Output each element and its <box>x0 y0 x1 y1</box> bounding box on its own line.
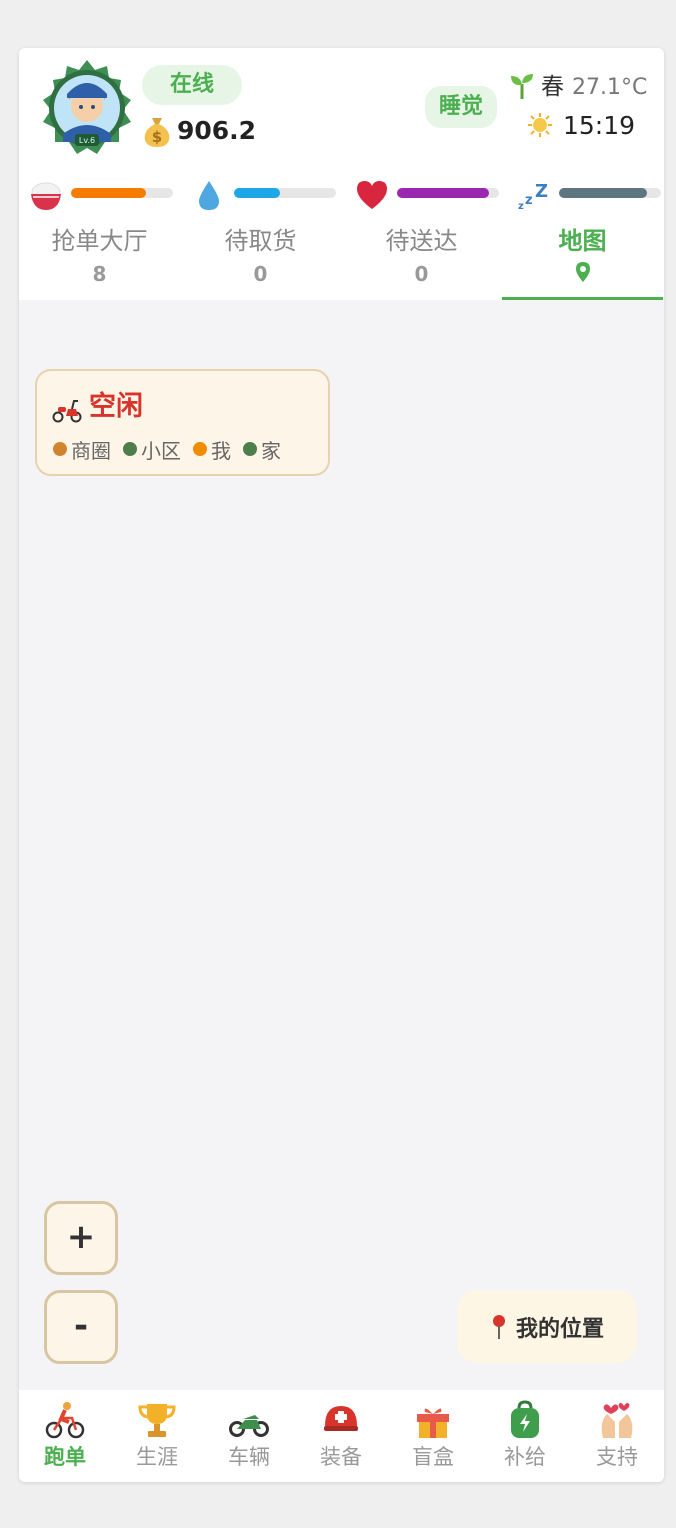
backpack-icon <box>511 1400 539 1438</box>
legend-item-home: 家 <box>243 435 281 464</box>
health-bar <box>397 188 499 198</box>
map-pin-icon <box>575 262 590 282</box>
health-bar-fill <box>397 188 489 198</box>
zzz-icon: z z Z <box>518 181 548 212</box>
legend-label: 商圈 <box>71 438 111 463</box>
legend-item-business: 商圈 <box>53 435 111 464</box>
nav-item-vehicles[interactable]: 车辆 <box>203 1390 295 1482</box>
nav-item-orders[interactable]: 跑单 <box>19 1390 111 1482</box>
tab-count: 0 <box>253 262 268 286</box>
sun-icon <box>528 113 552 137</box>
bottom-navigation: 跑单 生涯 车辆 装备 盲盒 补给 支持 <box>19 1390 664 1482</box>
season-label: 春 <box>541 74 564 100</box>
app-screen: Lv.6 在线 $ 906.2 睡觉 春 27.1°C 15:19 z z Z … <box>19 48 664 1482</box>
sprout-icon <box>511 74 533 99</box>
legend-label: 小区 <box>141 438 181 463</box>
nav-item-equipment[interactable]: 装备 <box>295 1390 387 1482</box>
tab-label: 待送达 <box>385 227 458 255</box>
tab-label: 地图 <box>558 227 607 255</box>
active-tab-indicator <box>502 297 663 300</box>
helmet-icon <box>324 1406 358 1431</box>
nav-item-support[interactable]: 支持 <box>571 1390 663 1482</box>
online-status-badge[interactable]: 在线 <box>142 65 242 105</box>
water-bar-fill <box>234 188 280 198</box>
sleep-bar <box>559 188 661 198</box>
zoom-out-button[interactable]: - <box>44 1290 118 1364</box>
status-title: 空闲 <box>89 391 143 422</box>
tab-count: 8 <box>92 262 107 286</box>
tab-order-hall[interactable]: 抢单大厅 8 <box>19 223 180 300</box>
nav-label: 跑单 <box>44 1445 86 1469</box>
food-bar <box>71 188 173 198</box>
tab-label: 抢单大厅 <box>51 227 148 255</box>
cyclist-icon <box>45 1402 85 1439</box>
sleep-bar-fill <box>559 188 647 198</box>
tab-pending-pickup[interactable]: 待取货 0 <box>180 223 341 300</box>
courier-status-card: 空闲 商圈 小区 我 家 <box>35 369 330 476</box>
zoom-in-button[interactable]: + <box>44 1201 118 1275</box>
legend-label: 我 <box>211 438 231 463</box>
svg-text:$: $ <box>152 128 162 146</box>
water-bar <box>234 188 336 198</box>
tab-map[interactable]: 地图 <box>502 223 663 300</box>
tab-count: 0 <box>414 262 429 286</box>
gift-box-icon <box>417 1408 449 1438</box>
my-location-label: 我的位置 <box>515 1316 604 1342</box>
tab-pending-delivery[interactable]: 待送达 0 <box>341 223 502 300</box>
nav-label: 车辆 <box>228 1445 270 1469</box>
my-location-button[interactable]: 我的位置 <box>457 1290 637 1363</box>
legend-dot <box>53 442 67 456</box>
avatar[interactable]: Lv.6 <box>35 56 139 160</box>
motorcycle-icon <box>229 1415 269 1437</box>
svg-text:z: z <box>518 201 524 212</box>
heart-hands-icon <box>601 1402 633 1438</box>
pushpin-icon <box>492 1314 505 1339</box>
svg-text:Lv.6: Lv.6 <box>79 136 95 145</box>
legend-item-community: 小区 <box>123 435 181 464</box>
nav-label: 盲盒 <box>412 1445 454 1469</box>
rice-bowl-icon <box>31 182 61 210</box>
temperature-label: 27.1°C <box>572 75 648 100</box>
legend-dot <box>243 442 257 456</box>
scooter-icon <box>52 400 82 423</box>
svg-text:z: z <box>525 193 533 208</box>
sleep-button[interactable]: 睡觉 <box>425 86 497 128</box>
nav-label: 装备 <box>320 1445 362 1469</box>
nav-label: 生涯 <box>136 1445 178 1469</box>
legend-item-me: 我 <box>193 435 231 464</box>
food-bar-fill <box>71 188 147 198</box>
map-legend: 商圈 小区 我 家 <box>53 435 293 463</box>
nav-label: 补给 <box>504 1445 546 1469</box>
nav-item-supplies[interactable]: 补给 <box>479 1390 571 1482</box>
svg-text:Z: Z <box>535 181 548 202</box>
header: Lv.6 在线 $ 906.2 睡觉 春 27.1°C 15:19 z z Z … <box>19 48 664 300</box>
tab-label: 待取货 <box>224 227 297 255</box>
legend-dot <box>193 442 207 456</box>
nav-label: 支持 <box>596 1445 638 1469</box>
legend-label: 家 <box>261 438 281 463</box>
money-balance: 906.2 <box>177 116 257 145</box>
clock-time: 15:19 <box>563 111 636 140</box>
nav-item-blind-box[interactable]: 盲盒 <box>387 1390 479 1482</box>
water-drop-icon <box>199 181 219 210</box>
legend-dot <box>123 442 137 456</box>
money-bag-icon: $ <box>144 118 170 147</box>
heart-icon <box>357 181 387 209</box>
nav-item-career[interactable]: 生涯 <box>111 1390 203 1482</box>
trophy-icon <box>138 1404 176 1437</box>
